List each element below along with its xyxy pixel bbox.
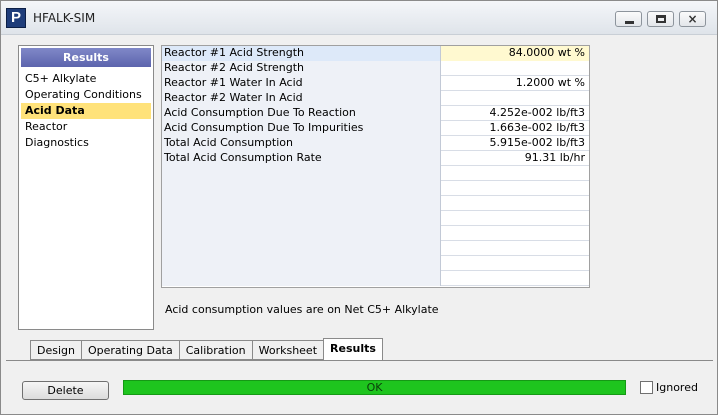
row-label: Acid Consumption Due To Reaction	[162, 106, 441, 121]
maximize-icon	[656, 15, 666, 23]
table-row: Reactor #1 Water In Acid 1.2000 wt %	[162, 76, 589, 91]
sidebar-item-acid-data[interactable]: Acid Data	[21, 103, 151, 119]
close-icon: ×	[687, 12, 698, 26]
table-row	[162, 271, 589, 286]
table-row	[162, 241, 589, 256]
table-row: Reactor #1 Acid Strength 84.0000 wt %	[162, 46, 589, 61]
status-bar: OK	[123, 380, 626, 395]
note-text: Acid consumption values are on Net C5+ A…	[165, 303, 439, 316]
row-value[interactable]	[441, 226, 589, 241]
title-bar[interactable]: P HFALK-SIM ×	[1, 1, 717, 35]
checkbox-icon[interactable]	[640, 381, 653, 394]
row-label: Total Acid Consumption Rate	[162, 151, 441, 166]
sidebar-item-operating-conditions[interactable]: Operating Conditions	[21, 87, 151, 103]
row-label	[162, 256, 441, 271]
row-label: Reactor #2 Water In Acid	[162, 91, 441, 106]
row-label	[162, 211, 441, 226]
row-value[interactable]: 1.2000 wt %	[441, 76, 589, 91]
row-value[interactable]	[441, 211, 589, 226]
ignored-checkbox[interactable]: Ignored	[640, 381, 698, 395]
app-logo-icon[interactable]: P	[6, 8, 26, 28]
table-row	[162, 166, 589, 181]
table-row: Reactor #2 Acid Strength	[162, 61, 589, 76]
minimize-icon	[625, 21, 634, 24]
table-row	[162, 226, 589, 241]
row-label	[162, 196, 441, 211]
table-row	[162, 181, 589, 196]
delete-button[interactable]: Delete	[22, 381, 109, 400]
row-label: Reactor #2 Acid Strength	[162, 61, 441, 76]
row-label	[162, 271, 441, 286]
table-row	[162, 211, 589, 226]
table-row	[162, 256, 589, 271]
row-value[interactable]: 1.663e-002 lb/ft3	[441, 121, 589, 136]
app-window: P HFALK-SIM × Results C5+ Alkylate Operat…	[0, 0, 718, 415]
table-row: Acid Consumption Due To Reaction 4.252e-0…	[162, 106, 589, 121]
row-label	[162, 181, 441, 196]
sidebar-header: Results	[21, 48, 151, 67]
results-sidebar: Results C5+ Alkylate Operating Conditions…	[18, 45, 154, 330]
table-row: Total Acid Consumption 5.915e-002 lb/ft3	[162, 136, 589, 151]
row-label	[162, 226, 441, 241]
sidebar-item-c5-alkylate[interactable]: C5+ Alkylate	[21, 71, 151, 87]
tab-design[interactable]: Design	[30, 340, 81, 360]
sidebar-item-reactor[interactable]: Reactor	[21, 119, 151, 135]
row-value[interactable]: 5.915e-002 lb/ft3	[441, 136, 589, 151]
table-row: Total Acid Consumption Rate 91.31 lb/hr	[162, 151, 589, 166]
row-value[interactable]	[441, 256, 589, 271]
sidebar-list: C5+ Alkylate Operating Conditions Acid Dat…	[19, 71, 153, 151]
tab-operating-data[interactable]: Operating Data	[80, 340, 179, 360]
window-title: HFALK-SIM	[33, 11, 96, 25]
row-label	[162, 241, 441, 256]
row-value[interactable]	[441, 196, 589, 211]
ignored-label: Ignored	[656, 381, 698, 394]
tab-calibration[interactable]: Calibration	[178, 340, 252, 360]
status-text: OK	[366, 381, 383, 394]
row-label: Reactor #1 Water In Acid	[162, 76, 441, 91]
acid-data-grid: Reactor #1 Acid Strength 84.0000 wt % Reac…	[161, 45, 590, 288]
row-value[interactable]	[441, 91, 589, 106]
tab-worksheet[interactable]: Worksheet	[251, 340, 324, 360]
table-row: Acid Consumption Due To Impurities 1.663e…	[162, 121, 589, 136]
tab-results[interactable]: Results	[323, 338, 383, 360]
row-value[interactable]	[441, 241, 589, 256]
row-label: Acid Consumption Due To Impurities	[162, 121, 441, 136]
table-row: Reactor #2 Water In Acid	[162, 91, 589, 106]
sidebar-item-diagnostics[interactable]: Diagnostics	[21, 135, 151, 151]
tab-strip: Design Operating Data Calibration Worksheet…	[30, 338, 383, 360]
row-value[interactable]: 84.0000 wt %	[441, 46, 589, 61]
minimize-button[interactable]	[615, 11, 642, 27]
row-value[interactable]: 91.31 lb/hr	[441, 151, 589, 166]
close-button[interactable]: ×	[679, 11, 706, 27]
row-value[interactable]	[441, 271, 589, 286]
row-value[interactable]: 4.252e-002 lb/ft3	[441, 106, 589, 121]
row-label: Reactor #1 Acid Strength	[162, 46, 441, 61]
maximize-button[interactable]	[647, 11, 674, 27]
row-value[interactable]	[441, 181, 589, 196]
row-value[interactable]	[441, 61, 589, 76]
row-label	[162, 166, 441, 181]
row-label: Total Acid Consumption	[162, 136, 441, 151]
row-value[interactable]	[441, 166, 589, 181]
tab-strip-divider	[6, 360, 713, 361]
table-row	[162, 196, 589, 211]
